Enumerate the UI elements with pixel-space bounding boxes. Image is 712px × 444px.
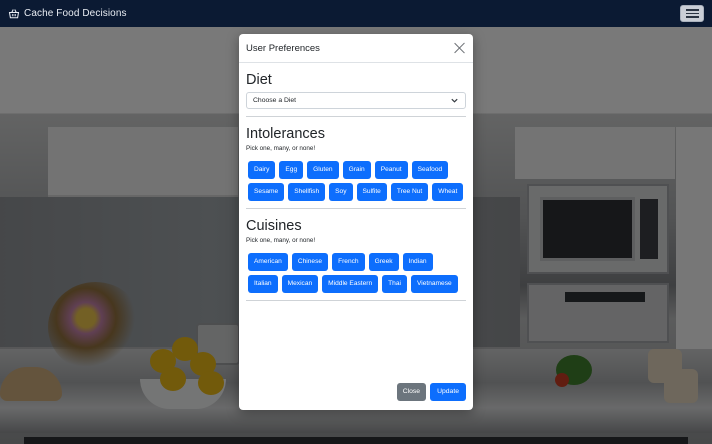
close-icon[interactable] — [454, 42, 466, 54]
navbar-toggler-button[interactable] — [680, 5, 704, 22]
divider — [246, 208, 466, 209]
cuisines-heading: Cuisines — [246, 218, 302, 234]
cuisine-chinese-button[interactable]: Chinese — [291, 253, 329, 271]
intolerance-gluten-button[interactable]: Gluten — [307, 161, 339, 179]
cuisine-italian-button[interactable]: Italian — [248, 275, 278, 293]
cuisine-vietnamese-button[interactable]: Vietnamese — [410, 275, 458, 293]
intolerances-heading: Intolerances — [246, 126, 325, 142]
update-button[interactable]: Update — [430, 382, 466, 401]
cuisine-french-button[interactable]: French — [332, 253, 365, 271]
user-preferences-modal: User Preferences Diet Choose a Diet Into… — [239, 34, 473, 410]
navbar: Cache Food Decisions — [0, 0, 712, 27]
hamburger-menu-icon — [685, 9, 699, 11]
diet-select-value: Choose a Diet — [253, 97, 297, 104]
chevron-down-icon — [451, 98, 458, 103]
cuisines-options: American Chinese French Greek Indian Ita… — [246, 253, 466, 293]
cuisine-american-button[interactable]: American — [248, 253, 288, 271]
modal-title: User Preferences — [246, 42, 320, 54]
intolerance-sulfite-button[interactable]: Sulfite — [356, 183, 387, 201]
cuisine-indian-button[interactable]: Indian — [402, 253, 433, 271]
shopping-basket-icon — [8, 8, 20, 18]
modal-footer: Close Update — [239, 373, 473, 410]
diet-heading: Diet — [246, 72, 272, 88]
intolerances-hint: Pick one, many, or none! — [246, 145, 316, 152]
cuisine-greek-button[interactable]: Greek — [368, 253, 399, 271]
cuisine-mexican-button[interactable]: Mexican — [281, 275, 319, 293]
cuisine-thai-button[interactable]: Thai — [382, 275, 407, 293]
intolerances-options: Dairy Egg Gluten Grain Peanut Seafood Se… — [246, 161, 466, 201]
intolerance-egg-button[interactable]: Egg — [279, 161, 304, 179]
intolerance-grain-button[interactable]: Grain — [342, 161, 371, 179]
intolerance-wheat-button[interactable]: Wheat — [432, 183, 464, 201]
intolerance-sesame-button[interactable]: Sesame — [248, 183, 285, 201]
intolerance-seafood-button[interactable]: Seafood — [411, 161, 449, 179]
divider — [246, 300, 466, 301]
diet-select[interactable]: Choose a Diet — [246, 92, 466, 109]
modal-header: User Preferences — [239, 34, 473, 63]
intolerance-soy-button[interactable]: Soy — [329, 183, 353, 201]
brand-link[interactable]: Cache Food Decisions — [8, 8, 127, 20]
intolerance-dairy-button[interactable]: Dairy — [248, 161, 276, 179]
intolerance-shellfish-button[interactable]: Shellfish — [288, 183, 326, 201]
intolerance-peanut-button[interactable]: Peanut — [374, 161, 408, 179]
modal-body: Diet Choose a Diet Intolerances Pick one… — [239, 63, 473, 301]
close-button[interactable]: Close — [396, 382, 427, 401]
cuisine-middle-eastern-button[interactable]: Middle Eastern — [322, 275, 379, 293]
intolerance-tree-nut-button[interactable]: Tree Nut — [390, 183, 429, 201]
cuisines-hint: Pick one, many, or none! — [246, 237, 316, 244]
divider — [246, 116, 466, 117]
brand-text: Cache Food Decisions — [24, 8, 127, 19]
